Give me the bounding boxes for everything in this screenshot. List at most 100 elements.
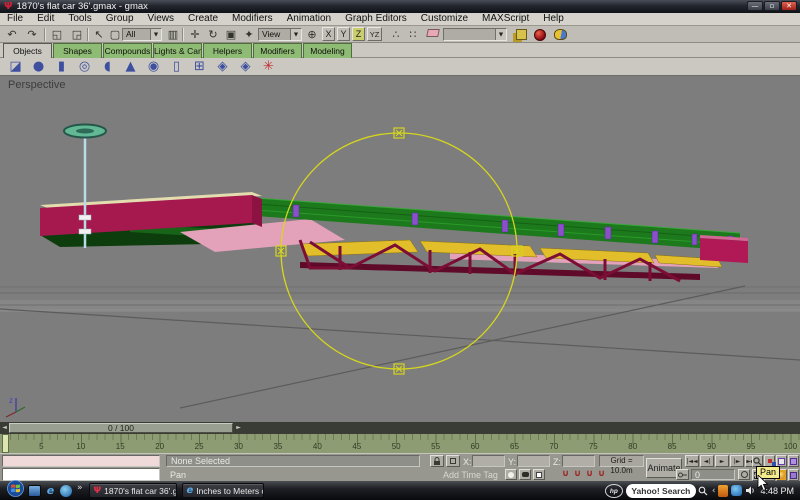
status-icon-3[interactable] [533, 469, 545, 480]
menu-item[interactable]: Animation [280, 13, 338, 25]
playback-button[interactable]: ◄| [700, 455, 714, 467]
z-coord-field[interactable] [562, 455, 595, 467]
menu-item[interactable]: Create [181, 13, 225, 25]
status-icon-1[interactable] [505, 469, 517, 480]
tray-network-icon[interactable] [731, 485, 743, 496]
absolute-offset-toggle-icon[interactable] [446, 455, 460, 467]
selection-lock-icon[interactable] [430, 455, 444, 467]
trackbar-right-arrow-icon[interactable]: ► [234, 423, 243, 433]
listener-field[interactable] [2, 468, 160, 481]
reference-coordinate-system-dropdown[interactable]: View ▼ [258, 28, 302, 41]
select-and-move-icon[interactable]: ✛ [186, 27, 204, 41]
menu-item[interactable]: Edit [30, 13, 61, 25]
close-button[interactable]: ✕ [781, 1, 797, 11]
chevron-down-icon[interactable]: ▼ [495, 29, 506, 40]
maximize-button[interactable]: ▫ [764, 1, 780, 11]
array-icon[interactable]: ∷ [404, 27, 422, 41]
primitive-object-icon[interactable]: ◈ [234, 59, 257, 74]
time-configuration-icon[interactable] [738, 469, 750, 480]
render-teapot-icon[interactable] [554, 29, 567, 40]
current-frame-field[interactable]: 0 [691, 469, 735, 480]
select-and-scale-icon[interactable]: ▣ [222, 27, 240, 41]
restrict-y-button[interactable]: Y [337, 27, 350, 41]
align-icon[interactable] [426, 29, 440, 37]
menu-item[interactable]: Customize [414, 13, 475, 25]
undo-icon[interactable]: ↶ [3, 27, 21, 41]
named-selection-sets-dropdown[interactable]: ▼ [443, 28, 507, 41]
flatcar-model[interactable] [40, 123, 748, 283]
menu-item[interactable]: Tools [61, 13, 98, 25]
yahoo-search-input[interactable]: Yahoo! Search [625, 483, 696, 498]
menu-item[interactable]: File [0, 13, 30, 25]
primitive-object-icon[interactable]: ⊞ [188, 59, 211, 74]
primitive-object-icon[interactable]: ◪ [4, 59, 27, 74]
x-coord-field[interactable] [472, 455, 505, 467]
primitive-object-icon[interactable]: ▯ [165, 59, 188, 74]
primitive-object-icon[interactable]: ◖ [96, 59, 119, 74]
search-icon[interactable] [698, 486, 708, 496]
time-slider[interactable]: 0 / 100 [9, 423, 233, 433]
start-button[interactable] [7, 479, 24, 500]
selection-filter-dropdown[interactable]: All ▼ [122, 28, 162, 41]
primitive-object-icon[interactable]: ● [27, 59, 50, 74]
status-icon-2[interactable] [519, 469, 531, 480]
restrict-x-button[interactable]: X [322, 27, 335, 41]
media-player-icon[interactable] [60, 484, 72, 497]
angle-snap-toggle-icon[interactable]: ∪ [572, 469, 583, 479]
playback-button[interactable]: |◄◄ [685, 455, 699, 467]
menu-item[interactable]: Modifiers [225, 13, 280, 25]
chevron-down-icon[interactable]: ▼ [150, 29, 161, 40]
tab[interactable]: Lights & Cameras [153, 43, 202, 58]
tab[interactable]: Modeling [303, 43, 352, 58]
spinner-snap-toggle-icon[interactable]: ∪ [596, 469, 607, 479]
tab[interactable]: Shapes [53, 43, 102, 58]
tray-icon-orange[interactable] [718, 484, 729, 497]
min-max-toggle-icon[interactable] [788, 469, 799, 481]
mirror-icon[interactable]: ∴ [387, 27, 405, 41]
playback-button[interactable]: ► [715, 455, 729, 467]
redo-icon[interactable]: ↷ [23, 27, 41, 41]
minimize-button[interactable]: — [747, 1, 763, 11]
y-coord-field[interactable] [517, 455, 550, 467]
select-and-link-icon[interactable]: ◱ [48, 27, 66, 41]
quick-launch-overflow-icon[interactable]: » [77, 483, 83, 493]
show-desktop-icon[interactable] [28, 484, 41, 497]
add-time-tag[interactable]: Add Time Tag [443, 470, 498, 480]
primitive-object-icon[interactable]: ▲ [119, 59, 142, 74]
menu-item[interactable]: Graph Editors [338, 13, 414, 25]
material-editor-icon[interactable] [534, 29, 546, 41]
primitive-object-icon[interactable]: ◈ [211, 59, 234, 74]
current-frame-marker[interactable] [2, 434, 9, 453]
taskbar-button-browser[interactable]: e Inches to Meters co... [181, 483, 264, 498]
menu-item[interactable]: Group [99, 13, 141, 25]
primitive-object-icon[interactable]: ✳ [257, 59, 280, 74]
restrict-plane-button[interactable]: YZ [367, 27, 382, 41]
taskbar-button-gmax[interactable]: Ψ 1870's flat car 36'.g... [88, 483, 177, 498]
select-and-manipulate-icon[interactable]: ✦ [240, 27, 258, 41]
zoom-extents-all-icon[interactable] [788, 455, 799, 467]
title-bar[interactable]: Ψ 1870's flat car 36'.gmax - gmax — ▫ ✕ [0, 0, 800, 13]
unlink-selection-icon[interactable]: ◲ [68, 27, 86, 41]
playback-button[interactable]: |► [730, 455, 744, 467]
tab[interactable]: Objects [3, 43, 52, 58]
viewport-canvas[interactable]: z [0, 76, 800, 422]
viewport-label[interactable]: Perspective [8, 79, 65, 91]
select-and-rotate-icon[interactable]: ↻ [204, 27, 222, 41]
primitive-object-icon[interactable]: ▮ [50, 59, 73, 74]
use-pivot-point-icon[interactable]: ⊕ [303, 27, 321, 41]
tab[interactable]: Compounds [103, 43, 152, 58]
primitive-object-icon[interactable]: ◎ [73, 59, 96, 74]
tray-collapse-icon[interactable]: ‹ [712, 486, 716, 496]
volume-icon[interactable] [745, 485, 756, 496]
trackbar-left-arrow-icon[interactable]: ◄ [0, 423, 9, 433]
snap-toggle-icon[interactable]: ∪ [560, 469, 571, 479]
window-crossing-icon[interactable]: ▥ [164, 27, 182, 41]
tab[interactable]: Modifiers [253, 43, 302, 58]
track-view-icon[interactable] [516, 29, 527, 40]
quick-launch-ie-icon[interactable]: e [44, 484, 57, 497]
primitive-object-icon[interactable]: ◉ [142, 59, 165, 74]
chevron-down-icon[interactable]: ▼ [290, 29, 301, 40]
tab[interactable]: Helpers [203, 43, 252, 58]
restrict-z-button[interactable]: Z [352, 27, 365, 41]
menu-item[interactable]: MAXScript [475, 13, 536, 25]
